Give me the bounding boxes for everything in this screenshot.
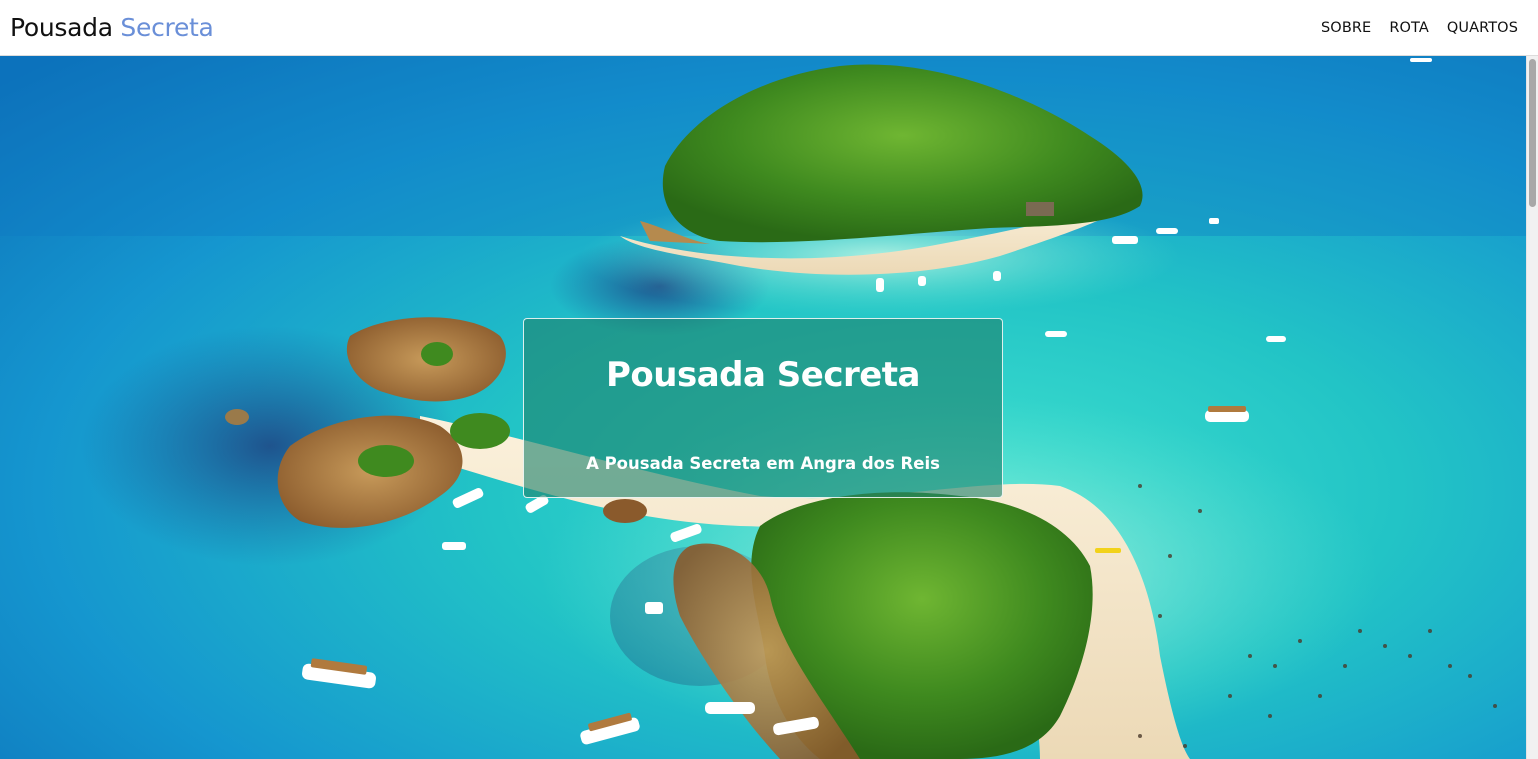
top-navbar: Pousada Secreta SOBRE ROTA QUARTOS bbox=[0, 0, 1538, 56]
nav-link-quartos[interactable]: QUARTOS bbox=[1447, 17, 1518, 39]
page: Pousada Secreta SOBRE ROTA QUARTOS Pousa… bbox=[0, 0, 1538, 759]
hero-caption-box: Pousada Secreta A Pousada Secreta em Ang… bbox=[523, 318, 1003, 498]
brand-primary-text: Pousada bbox=[10, 13, 113, 42]
main-nav: SOBRE ROTA QUARTOS bbox=[1321, 17, 1518, 39]
hero-caption-subtitle: A Pousada Secreta em Angra dos Reis bbox=[586, 454, 940, 473]
nav-link-rota[interactable]: ROTA bbox=[1389, 17, 1429, 39]
brand-accent-text: Secreta bbox=[120, 13, 214, 42]
nav-link-sobre[interactable]: SOBRE bbox=[1321, 17, 1371, 39]
scrollbar-thumb[interactable] bbox=[1529, 59, 1536, 207]
brand-logo-link[interactable]: Pousada Secreta bbox=[10, 11, 214, 45]
hero-caption-title: Pousada Secreta bbox=[605, 355, 921, 395]
vertical-scrollbar[interactable] bbox=[1526, 56, 1538, 759]
